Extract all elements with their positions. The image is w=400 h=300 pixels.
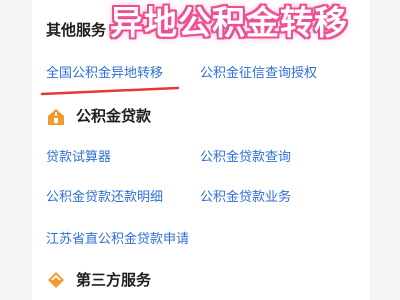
link-credit-query-authorization[interactable]: 公积金征信查询授权 <box>200 67 317 80</box>
link-loan-business[interactable]: 公积金贷款业务 <box>200 191 291 204</box>
third-party-section-title: 第三方服务 <box>76 271 152 289</box>
overlay-caption: 异地公积金转移 <box>110 3 348 42</box>
link-national-transfer[interactable]: 全国公积金异地转移 <box>46 67 163 80</box>
house-coin-icon <box>46 107 66 127</box>
link-loan-repayment-details[interactable]: 公积金贷款还款明细 <box>46 191 163 204</box>
diamond-icon <box>46 270 66 290</box>
link-jiangsu-loan-application[interactable]: 江苏省直公积金贷款申请 <box>46 233 189 246</box>
loan-section-title: 公积金贷款 <box>76 107 152 125</box>
link-loan-calculator[interactable]: 贷款试算器 <box>46 151 111 164</box>
other-services-title: 其他服务 <box>46 21 107 39</box>
link-loan-query[interactable]: 公积金贷款查询 <box>200 151 291 164</box>
page: 其他服务 异地公积金转移 全国公积金异地转移 公积金征信查询授权 公积金贷款 贷… <box>0 0 400 300</box>
red-underline-mark <box>40 86 180 96</box>
